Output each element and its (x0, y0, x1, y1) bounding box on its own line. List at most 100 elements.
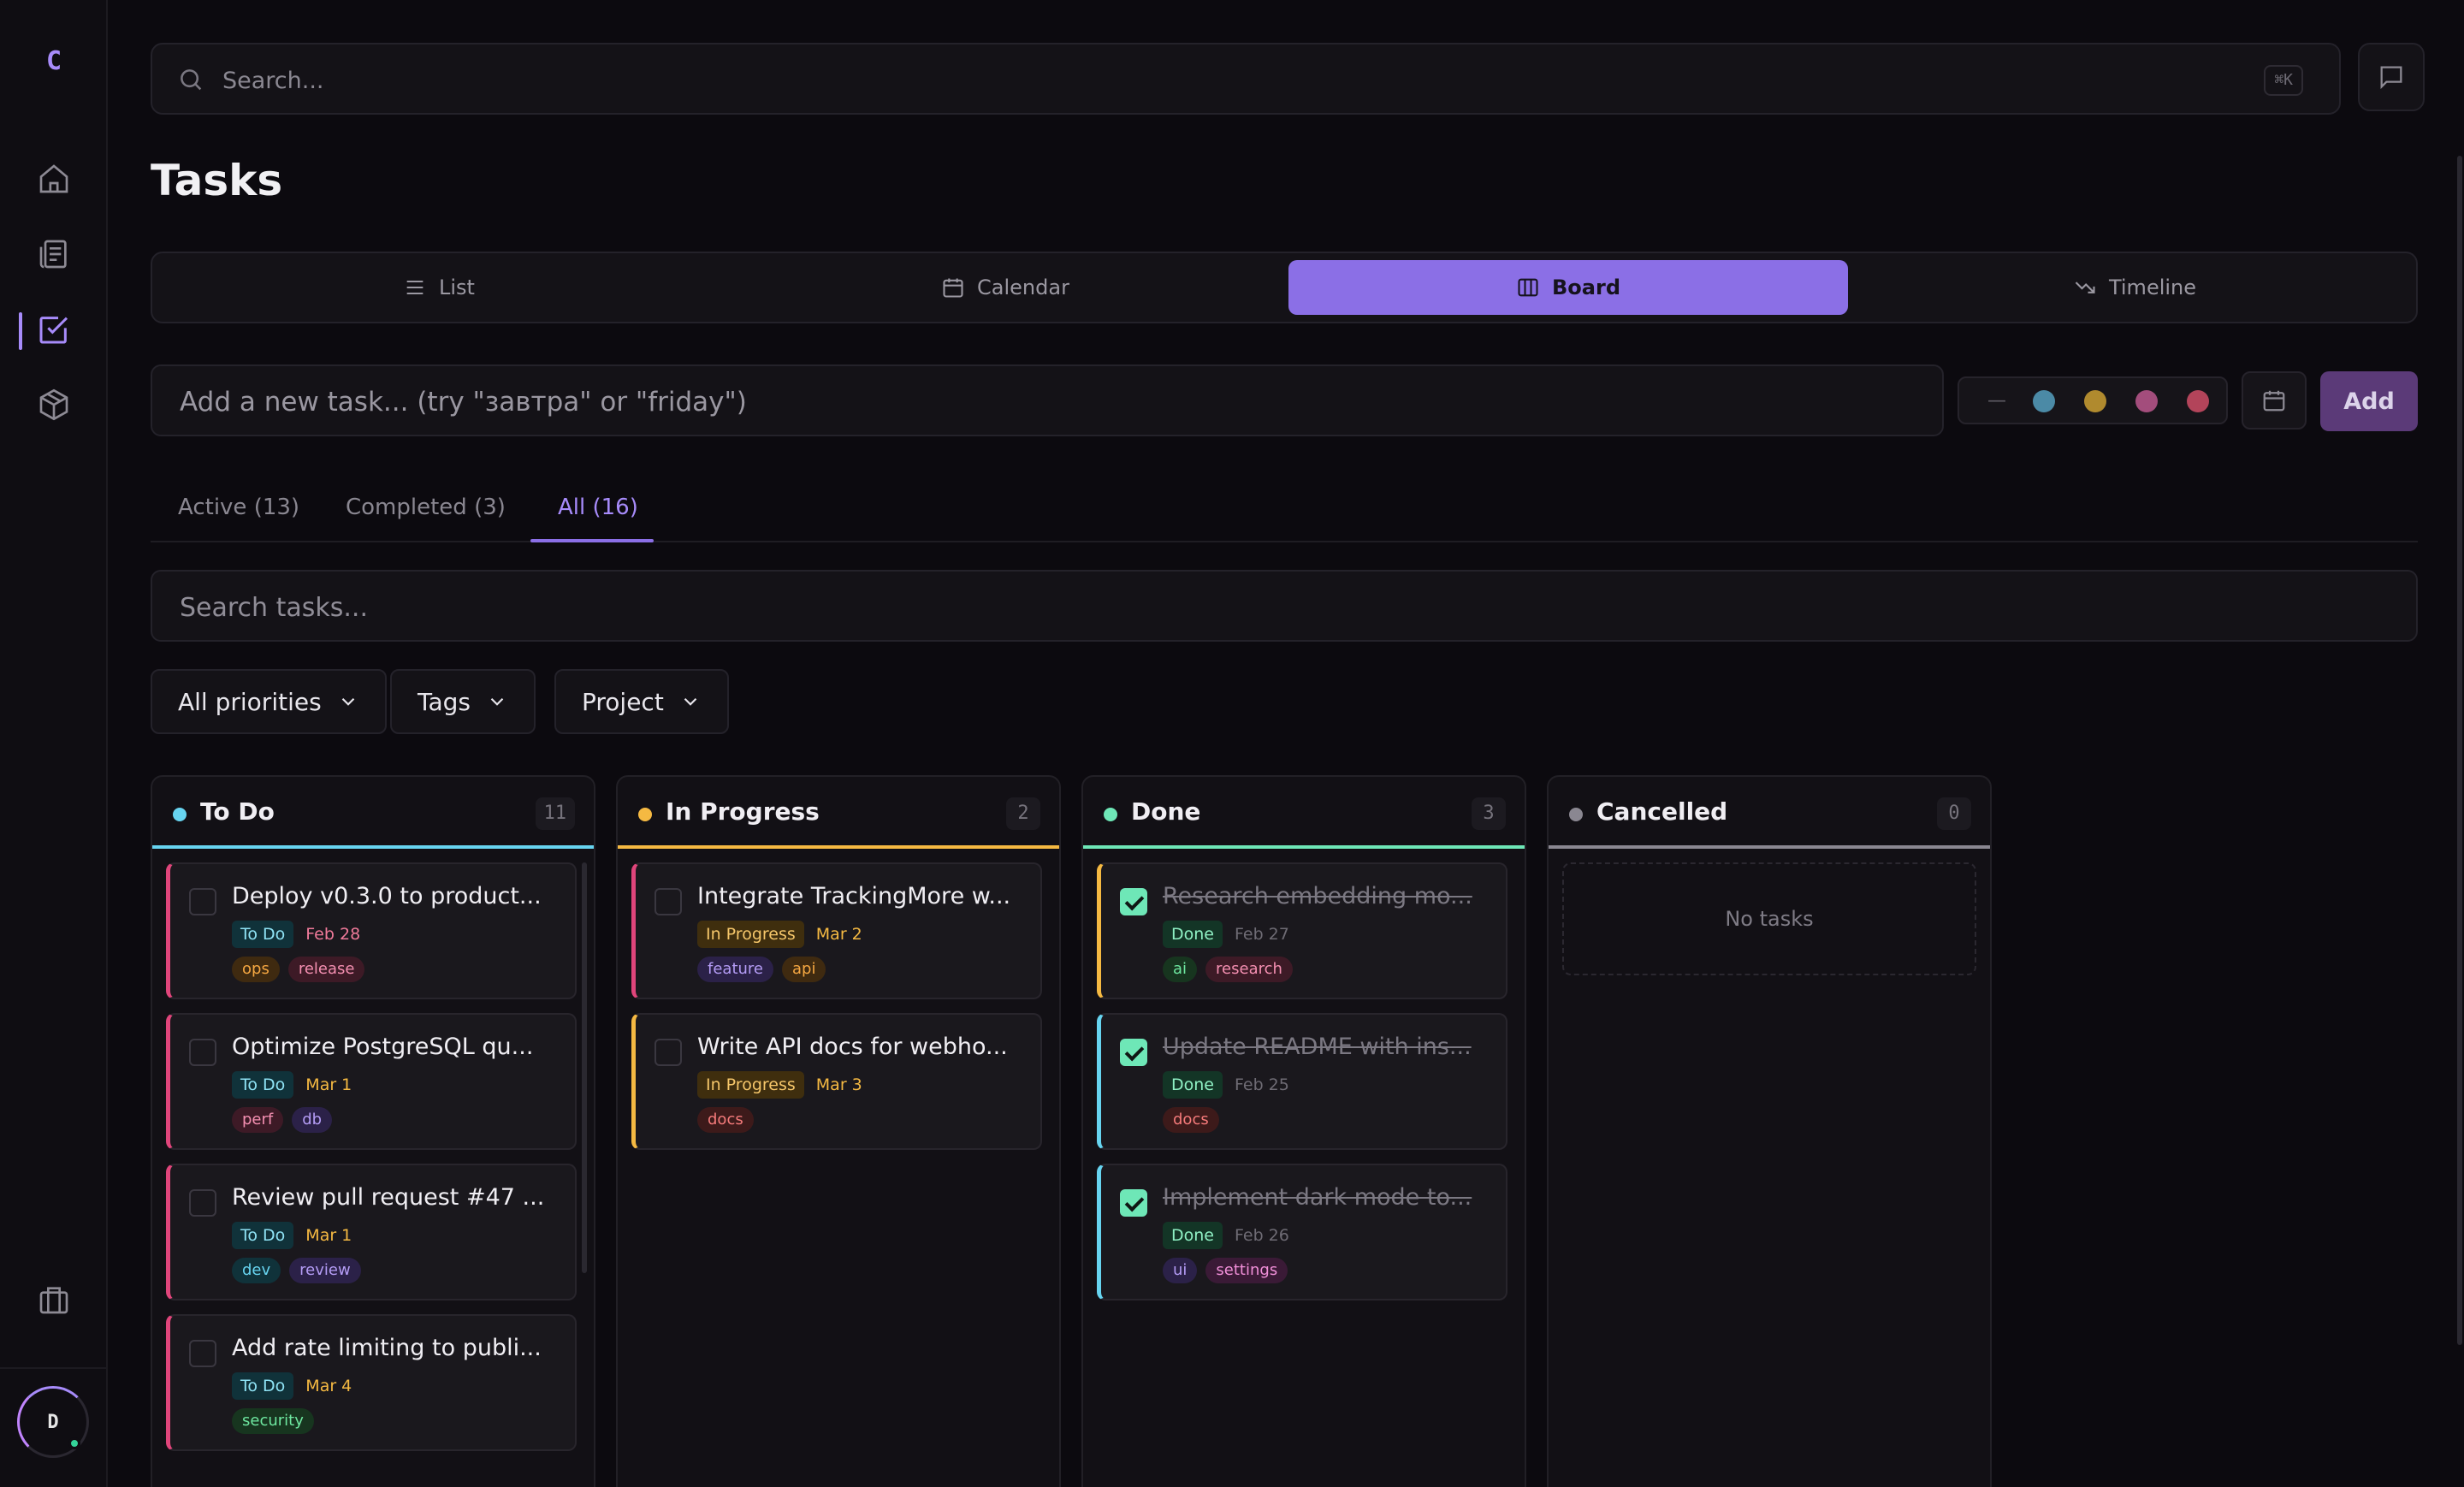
nav-briefcase[interactable] (31, 1277, 77, 1323)
task-status-badge: In Progress (697, 1071, 804, 1099)
task-card[interactable]: Write API docs for webho... In Progress Ma… (631, 1013, 1042, 1150)
add-task-button[interactable]: Add (2320, 371, 2418, 431)
task-tag[interactable]: dev (232, 1258, 281, 1283)
task-search-input[interactable] (180, 587, 2319, 628)
package-icon (39, 388, 68, 421)
task-meta: To Do Feb 28 (232, 921, 360, 948)
task-checkbox[interactable] (1120, 1189, 1147, 1217)
board-column-done: Done 3 Research embedding mo... Done Feb 27 a… (1081, 775, 1526, 1487)
task-title: Implement dark mode to... (1163, 1184, 1472, 1211)
view-tab-label: Board (1552, 275, 1620, 299)
column-count: 3 (1472, 797, 1506, 830)
task-tag[interactable]: docs (697, 1107, 754, 1133)
chat-icon (2380, 66, 2402, 90)
task-meta: To Do Mar 1 (232, 1071, 352, 1099)
task-tag[interactable]: release (287, 957, 365, 982)
task-checkbox[interactable] (1120, 1039, 1147, 1066)
task-checkbox[interactable] (189, 1039, 216, 1066)
task-tag[interactable]: api (782, 957, 826, 982)
task-due-date: Feb 27 (1235, 925, 1289, 944)
add-task-input[interactable] (180, 382, 1891, 423)
chevron-down-icon (341, 697, 354, 706)
tab-completed[interactable]: Completed (3) (346, 495, 506, 520)
search-icon (181, 69, 202, 91)
priority-none-option[interactable]: — (1980, 390, 2014, 412)
task-checkbox[interactable] (189, 888, 216, 915)
task-tag[interactable]: review (289, 1258, 361, 1283)
priority-high-option[interactable] (2135, 390, 2158, 412)
task-card[interactable]: Implement dark mode to... Done Feb 26 ui set… (1097, 1164, 1507, 1300)
task-card[interactable]: Update README with ins... Done Feb 25 docs (1097, 1013, 1507, 1150)
tab-all[interactable]: All (16) (558, 495, 638, 520)
task-tag[interactable]: ops (232, 957, 280, 982)
view-tab-board[interactable]: Board (1288, 260, 1848, 315)
task-tag[interactable]: docs (1163, 1107, 1219, 1133)
task-title: Research embedding mo... (1163, 883, 1472, 909)
priority-urgent-option[interactable] (2187, 390, 2209, 412)
board-column-to-do: To Do 11 Deploy v0.3.0 to product... To Do F… (151, 775, 595, 1487)
task-title: Write API docs for webho... (697, 1034, 1008, 1060)
task-search[interactable] (151, 570, 2418, 642)
view-tab-list[interactable]: List (159, 260, 719, 315)
global-search[interactable]: ⌘K (151, 43, 2341, 115)
task-status-badge: To Do (232, 1372, 294, 1400)
priority-filter-dropdown[interactable]: All priorities (151, 669, 387, 734)
column-header: In Progress 2 (618, 777, 1059, 849)
due-date-button[interactable] (2242, 371, 2307, 430)
column-status-dot (638, 808, 652, 821)
home-icon (39, 164, 68, 193)
view-tab-timeline[interactable]: Timeline (1855, 260, 2414, 315)
task-card[interactable]: Optimize PostgreSQL qu... To Do Mar 1 perf d… (166, 1013, 577, 1150)
priority-medium-option[interactable] (2084, 390, 2106, 412)
nav-notes[interactable] (31, 231, 77, 277)
task-checkbox[interactable] (189, 1340, 216, 1367)
task-status-badge: To Do (232, 921, 294, 948)
task-card[interactable]: Deploy v0.3.0 to product... To Do Feb 28 op… (166, 862, 577, 999)
task-card[interactable]: Integrate TrackingMore w... In Progress Ma… (631, 862, 1042, 999)
task-tag[interactable]: security (232, 1408, 314, 1434)
task-meta: Done Feb 27 (1163, 921, 1289, 948)
online-status-dot (68, 1437, 80, 1449)
column-status-dot (1104, 808, 1117, 821)
tab-active[interactable]: Active (13) (178, 495, 299, 520)
view-tab-calendar[interactable]: Calendar (726, 260, 1285, 315)
task-tags: ai research (1163, 957, 1293, 982)
task-status-badge: To Do (232, 1222, 294, 1249)
add-task-field[interactable] (151, 364, 1944, 436)
column-scrollbar[interactable] (582, 862, 587, 1273)
task-tag[interactable]: ui (1163, 1258, 1198, 1283)
tab-active-underline (530, 539, 654, 542)
task-tag[interactable]: research (1205, 957, 1293, 982)
task-checkbox[interactable] (1120, 888, 1147, 915)
task-title: Review pull request #47 ... (232, 1184, 545, 1211)
global-search-input[interactable] (222, 62, 2190, 99)
nav-package[interactable] (31, 382, 77, 428)
tags-filter-dropdown[interactable]: Tags (390, 669, 536, 734)
column-header: Done 3 (1083, 777, 1525, 849)
view-tab-label: List (439, 275, 475, 299)
project-filter-dropdown[interactable]: Project (554, 669, 729, 734)
task-due-date: Mar 4 (305, 1377, 352, 1395)
chat-button[interactable] (2358, 43, 2425, 111)
task-tag[interactable]: feature (697, 957, 773, 982)
page-scrollbar[interactable] (2457, 156, 2462, 1345)
task-tags: docs (1163, 1107, 1219, 1133)
task-checkbox[interactable] (654, 888, 682, 915)
task-card[interactable]: Add rate limiting to publi... To Do Mar 4 s… (166, 1314, 577, 1451)
app-logo[interactable]: C (0, 46, 108, 76)
nav-home[interactable] (31, 156, 77, 202)
task-tag[interactable]: settings (1205, 1258, 1288, 1283)
task-tag[interactable]: ai (1163, 957, 1198, 982)
task-card[interactable]: Review pull request #47 ... To Do Mar 1 dev… (166, 1164, 577, 1300)
task-tag[interactable]: perf (232, 1107, 284, 1133)
task-tags: security (232, 1408, 314, 1434)
task-checkbox[interactable] (654, 1039, 682, 1066)
priority-low-option[interactable] (2033, 390, 2055, 412)
task-checkbox[interactable] (189, 1189, 216, 1217)
avatar-initial: D (47, 1411, 59, 1433)
nav-tasks[interactable] (31, 306, 77, 352)
calendar-icon (2263, 390, 2285, 412)
task-card[interactable]: Research embedding mo... Done Feb 27 ai rese… (1097, 862, 1507, 999)
empty-column-placeholder: No tasks (1562, 862, 1976, 975)
task-tag[interactable]: db (292, 1107, 333, 1133)
